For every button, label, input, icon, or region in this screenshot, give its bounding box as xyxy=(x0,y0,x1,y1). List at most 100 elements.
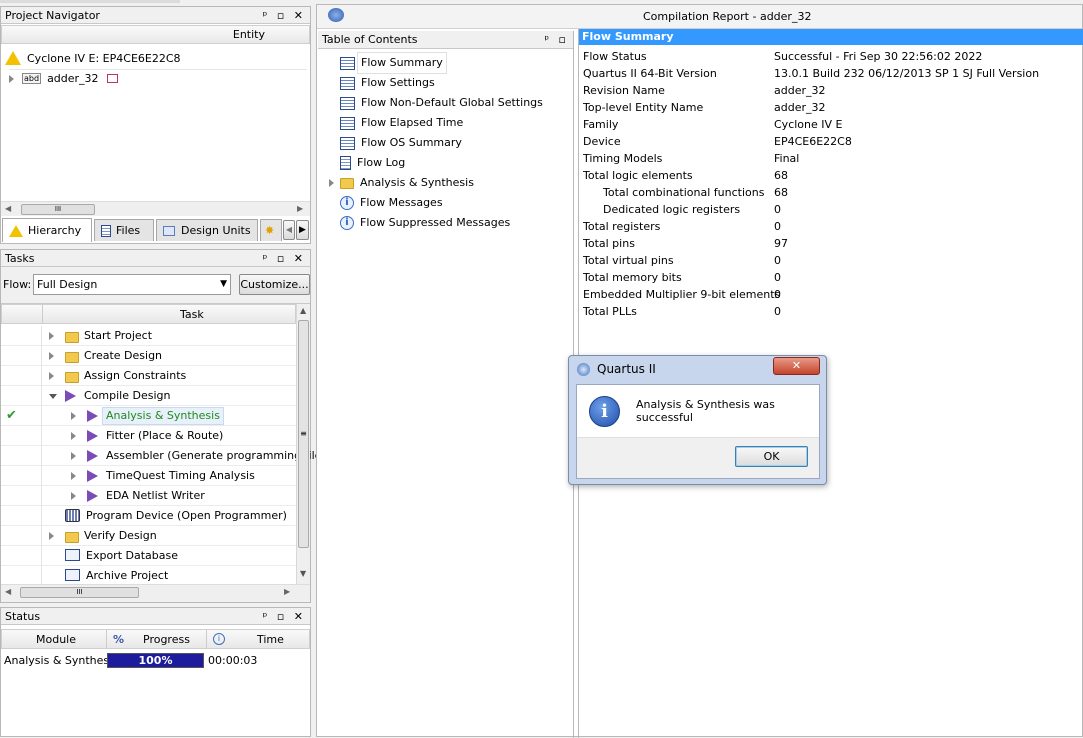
scroll-thumb[interactable]: ≡ xyxy=(298,320,309,548)
task-row-compile-design[interactable]: Compile Design xyxy=(1,386,297,406)
entity-column-header[interactable]: Entity xyxy=(1,25,310,44)
toc-item-flow-messages[interactable]: i Flow Messages xyxy=(340,193,443,213)
task-column-header[interactable]: Task xyxy=(1,304,296,324)
scroll-left-arrow[interactable]: ◀ xyxy=(5,587,11,596)
column-divider xyxy=(41,526,42,546)
scroll-right-arrow[interactable]: ▶ xyxy=(284,587,290,596)
panel-controls[interactable]: ᵖ ▫ ✕ xyxy=(263,250,306,267)
toc-item-flow-log[interactable]: Flow Log xyxy=(340,153,405,173)
warning-icon xyxy=(9,224,23,237)
report-titlebar: Compilation Report - adder_32 xyxy=(317,5,1082,29)
expand-arrow-icon[interactable] xyxy=(329,179,334,187)
summary-row: Total pins 97 xyxy=(583,237,788,250)
task-row-create-design[interactable]: Create Design xyxy=(1,346,297,366)
task-vertical-scrollbar[interactable]: ▲ ≡ ▼ xyxy=(296,304,310,586)
scroll-down-arrow[interactable]: ▼ xyxy=(300,569,306,578)
column-divider xyxy=(41,486,42,506)
tab-design-units[interactable]: Design Units xyxy=(156,219,258,241)
compile-icon xyxy=(87,470,98,482)
column-divider xyxy=(41,386,42,406)
expand-arrow-icon[interactable] xyxy=(71,452,76,460)
tab-files[interactable]: Files xyxy=(94,219,154,241)
summary-row: Total logic elements 68 xyxy=(583,169,788,182)
scroll-thumb[interactable]: III xyxy=(21,204,95,215)
horizontal-scrollbar[interactable]: ◀ III ▶ xyxy=(1,201,310,216)
task-horizontal-scrollbar[interactable]: ◀ III ▶ xyxy=(1,584,310,600)
summary-row: Device EP4CE6E22C8 xyxy=(583,135,852,148)
task-row-verify-design[interactable]: Verify Design xyxy=(1,526,297,546)
panel-controls[interactable]: ᵖ ▫ xyxy=(544,31,569,48)
task-row-analysis-synthesis[interactable]: ✔ Analysis & Synthesis xyxy=(1,406,297,426)
dialog-close-button[interactable]: ✕ xyxy=(773,357,820,375)
flow-select[interactable]: Full Design ▼ xyxy=(33,274,231,295)
toc-item-analysis-synthesis[interactable]: Analysis & Synthesis xyxy=(329,173,474,193)
column-divider xyxy=(41,546,42,566)
task-row-fitter-place-route[interactable]: Fitter (Place & Route) xyxy=(1,426,297,446)
summary-row: Total combinational functions 68 xyxy=(603,186,788,199)
success-check-icon: ✔ xyxy=(6,408,17,423)
summary-row: Total virtual pins 0 xyxy=(583,254,781,267)
compile-icon xyxy=(87,410,98,422)
device-row[interactable]: Cyclone IV E: EP4CE6E22C8 xyxy=(5,49,181,67)
table-icon xyxy=(340,136,355,150)
table-icon xyxy=(340,56,355,70)
toc-title: Table of Contents ᵖ ▫ xyxy=(318,31,573,49)
customize-button[interactable]: Customize... xyxy=(239,274,310,295)
summary-row: Timing Models Final xyxy=(583,152,800,165)
expand-arrow-icon[interactable] xyxy=(71,472,76,480)
expand-arrow-icon[interactable] xyxy=(9,74,14,83)
files-icon xyxy=(101,224,111,237)
task-row-assembler-generate-programming-files[interactable]: Assembler (Generate programming files xyxy=(1,446,327,466)
chevron-down-icon[interactable]: ▼ xyxy=(220,275,227,294)
task-row-program-device-open-programmer[interactable]: Program Device (Open Programmer) xyxy=(1,506,297,526)
column-divider xyxy=(106,630,107,649)
expand-arrow-icon[interactable] xyxy=(49,352,54,360)
programmer-icon xyxy=(65,509,80,522)
summary-row: Family Cyclone IV E xyxy=(583,118,843,131)
info-icon: i xyxy=(340,196,354,210)
expand-arrow-icon[interactable] xyxy=(49,532,54,540)
collapse-arrow-icon[interactable] xyxy=(49,394,57,399)
tab-overflow[interactable]: ✸ xyxy=(260,219,282,241)
toc-item-flow-elapsed-time[interactable]: Flow Elapsed Time xyxy=(340,113,463,133)
task-row-timequest-timing-analysis[interactable]: TimeQuest Timing Analysis xyxy=(1,466,297,486)
toc-item-flow-suppressed-messages[interactable]: i Flow Suppressed Messages xyxy=(340,213,510,233)
expand-arrow-icon[interactable] xyxy=(49,372,54,380)
panel-controls[interactable]: ᵖ ▫ ✕ xyxy=(263,7,306,24)
scroll-up-arrow[interactable]: ▲ xyxy=(300,306,306,315)
task-row-archive-project[interactable]: Archive Project xyxy=(1,566,297,586)
info-icon: i xyxy=(340,216,354,230)
status-module: Analysis & Synthesis xyxy=(4,654,118,667)
tab-hierarchy[interactable]: Hierarchy xyxy=(2,218,92,242)
toc-item-flow-settings[interactable]: Flow Settings xyxy=(340,73,435,93)
scroll-right-arrow[interactable]: ▶ xyxy=(297,204,303,213)
scroll-thumb[interactable]: III xyxy=(20,587,139,598)
warning-icon xyxy=(5,51,21,65)
clock-icon: i xyxy=(213,633,225,645)
column-divider xyxy=(41,346,42,366)
toc-item-flow-summary[interactable]: Flow Summary xyxy=(340,52,447,74)
tab-scroll-left[interactable]: ◀ xyxy=(283,220,295,240)
task-row-export-database[interactable]: Export Database xyxy=(1,546,297,566)
expand-arrow-icon[interactable] xyxy=(71,412,76,420)
entity-row[interactable]: abd adder_32 xyxy=(9,69,307,87)
quartus-icon xyxy=(577,363,590,376)
chip-icon xyxy=(106,74,118,83)
entity-icon: abd xyxy=(22,73,42,84)
ok-button[interactable]: OK xyxy=(735,446,808,467)
progress-label: 100% xyxy=(138,654,173,667)
status-column-divider xyxy=(42,305,43,324)
task-row-start-project[interactable]: Start Project xyxy=(1,326,297,346)
tab-scroll-right[interactable]: ▶ xyxy=(296,220,309,240)
task-row-eda-netlist-writer[interactable]: EDA Netlist Writer xyxy=(1,486,297,506)
toc-item-flow-os-summary[interactable]: Flow OS Summary xyxy=(340,133,462,153)
expand-arrow-icon[interactable] xyxy=(49,332,54,340)
expand-arrow-icon[interactable] xyxy=(71,432,76,440)
column-divider xyxy=(41,326,42,346)
toc-panel: Table of Contents ᵖ ▫ Flow Summary Flow S… xyxy=(318,31,574,738)
panel-controls[interactable]: ᵖ ▫ ✕ xyxy=(263,608,306,625)
task-row-assign-constraints[interactable]: Assign Constraints xyxy=(1,366,297,386)
scroll-left-arrow[interactable]: ◀ xyxy=(5,204,11,213)
toc-item-flow-non-default-global-settings[interactable]: Flow Non-Default Global Settings xyxy=(340,93,543,113)
expand-arrow-icon[interactable] xyxy=(71,492,76,500)
